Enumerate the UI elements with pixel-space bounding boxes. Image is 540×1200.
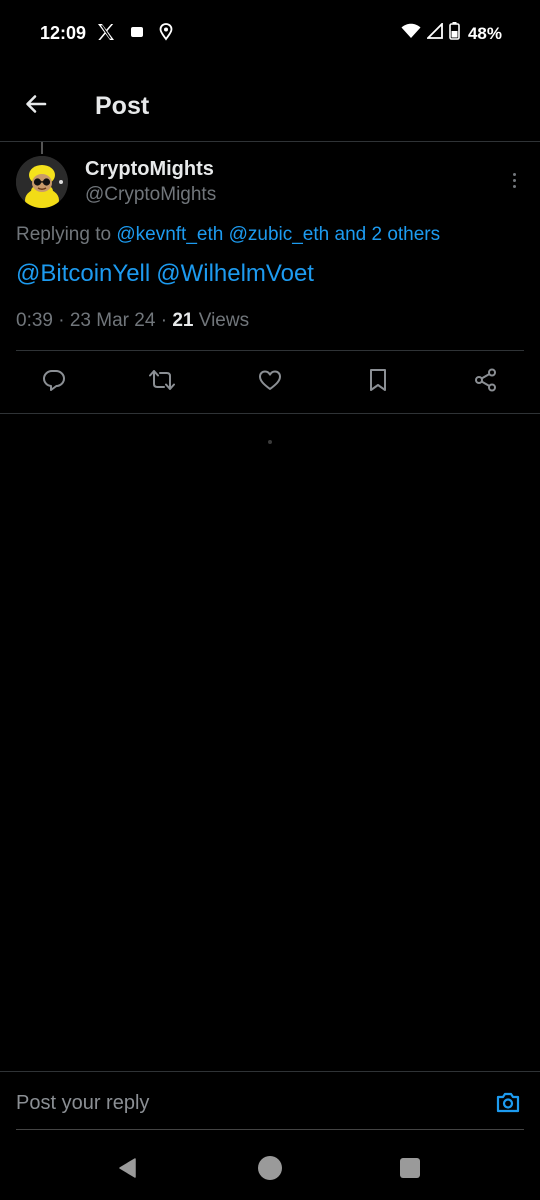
battery-icon — [449, 22, 460, 45]
replying-to-line: Replying to @kevnft_eth @zubic_eth and 2… — [16, 224, 440, 246]
location-pin-icon — [158, 22, 174, 47]
square-notification-icon — [130, 25, 144, 44]
battery-percent: 48% — [467, 23, 502, 43]
like-button[interactable] — [252, 364, 288, 400]
more-dot-icon — [512, 184, 516, 188]
post-timestamp: 0:39 · 23 Mar 24 · — [16, 310, 168, 331]
reply-input-underline — [16, 1129, 524, 1130]
like-icon — [257, 367, 283, 398]
share-icon — [473, 367, 499, 398]
reply-input[interactable] — [16, 1084, 456, 1122]
back-triangle-icon — [117, 1157, 139, 1184]
views-count[interactable]: 21 — [172, 310, 193, 331]
more-dot-icon — [512, 172, 516, 176]
user-handle[interactable]: @CryptoMights — [85, 184, 216, 206]
status-time: 12:09 — [40, 23, 87, 43]
divider — [16, 350, 524, 351]
mention-link[interactable]: @WilhelmVoet — [156, 260, 314, 287]
bookmark-icon — [365, 367, 391, 398]
post-meta: 0:39 · 23 Mar 24 · 21 Views — [16, 310, 249, 332]
more-dot-icon — [512, 178, 516, 182]
more-options-button[interactable] — [504, 168, 524, 192]
page-title: Post — [95, 92, 150, 120]
back-button[interactable] — [18, 88, 54, 124]
share-button[interactable] — [468, 364, 504, 400]
reply-target-link[interactable]: @kevnft_eth — [116, 224, 223, 245]
nav-home-button[interactable] — [254, 1154, 286, 1186]
arrow-left-icon — [24, 92, 48, 121]
camera-button[interactable] — [494, 1090, 522, 1118]
nav-recents-button[interactable] — [394, 1154, 426, 1186]
x-logo-icon — [96, 22, 116, 47]
wifi-icon — [401, 23, 421, 44]
reply-button[interactable] — [36, 364, 72, 400]
reply-others-link[interactable]: and 2 others — [335, 224, 441, 245]
repost-button[interactable] — [144, 364, 180, 400]
status-right-icons: 48% — [401, 21, 502, 45]
post-body: @BitcoinYell @WilhelmVoet — [16, 260, 320, 288]
display-name[interactable]: CryptoMights — [85, 158, 214, 181]
post-actions — [0, 364, 540, 400]
status-bar: 12:09 48% — [0, 0, 540, 68]
bookmark-button[interactable] — [360, 364, 396, 400]
reply-composer — [0, 1071, 540, 1131]
loading-indicator — [268, 440, 272, 444]
status-left-icons — [96, 22, 174, 47]
top-header: Post — [0, 70, 540, 142]
home-circle-icon — [257, 1155, 283, 1186]
page: 12:09 48% Post CryptoMights @CryptoMight… — [0, 0, 540, 1200]
recents-square-icon — [399, 1157, 421, 1184]
reply-target-link[interactable]: @zubic_eth — [229, 224, 330, 245]
system-nav-bar — [0, 1140, 540, 1200]
reply-icon — [41, 367, 67, 398]
views-label[interactable]: Views — [199, 310, 249, 331]
post: CryptoMights @CryptoMights Replying to @… — [0, 142, 540, 414]
camera-icon — [495, 1090, 521, 1119]
avatar[interactable] — [16, 156, 68, 208]
mention-link[interactable]: @BitcoinYell — [16, 260, 150, 287]
replying-prefix: Replying to — [16, 224, 112, 245]
signal-icon — [425, 21, 443, 44]
repost-icon — [148, 367, 176, 398]
nav-back-button[interactable] — [112, 1154, 144, 1186]
